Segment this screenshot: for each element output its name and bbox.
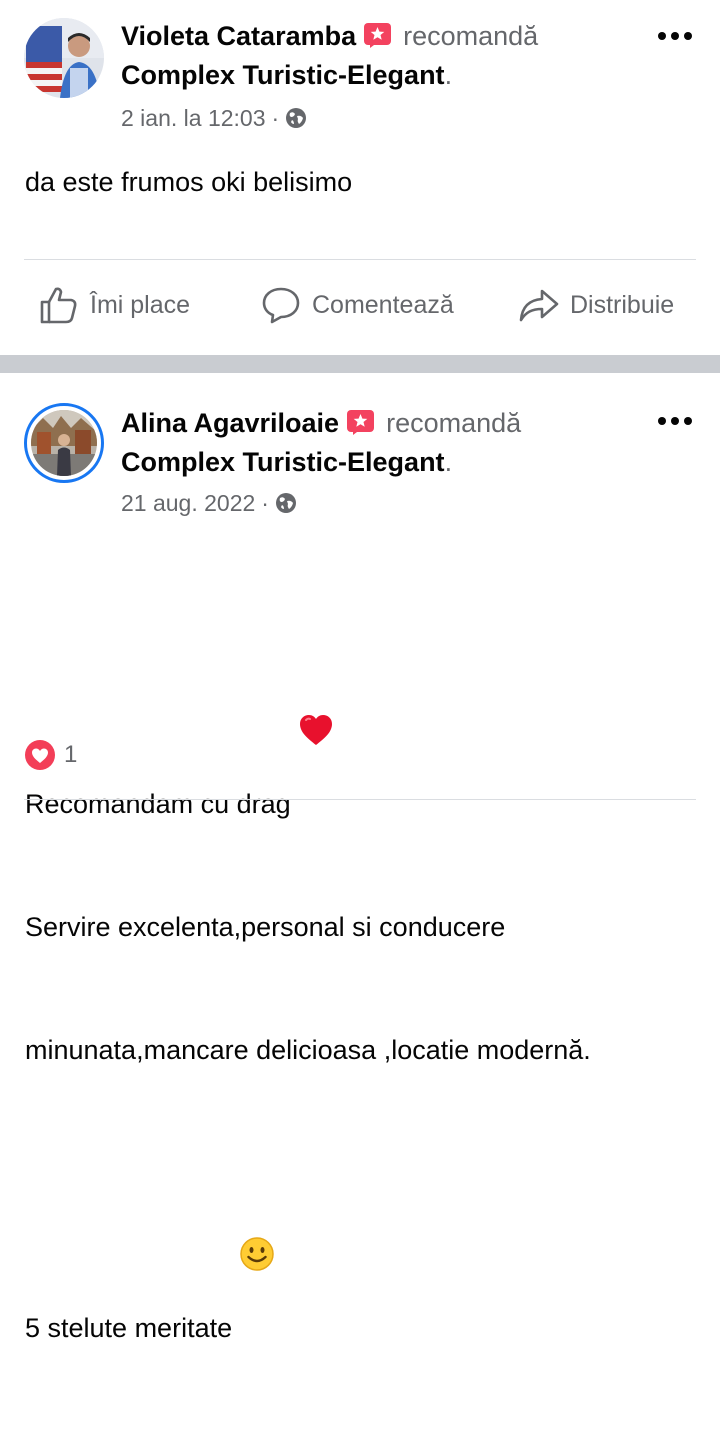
- like-button[interactable]: Îmi place: [38, 270, 190, 340]
- smile-emoji: [238, 1153, 276, 1271]
- post-timestamp[interactable]: 2 ian. la 12:03: [121, 105, 266, 131]
- post-text-line: minunata,mancare delicioasa ,locatie mod…: [25, 1035, 591, 1065]
- recommend-badge-icon: [364, 23, 392, 48]
- avatar-photo: [31, 410, 97, 476]
- actions-divider: [24, 259, 696, 260]
- comment-icon: [260, 284, 302, 326]
- page-name-link[interactable]: Complex Turistic-Elegant: [121, 447, 445, 477]
- share-icon: [518, 284, 560, 326]
- recommend-action-text: recomandă: [386, 408, 522, 438]
- author-name[interactable]: Violeta Cataramba: [121, 21, 356, 51]
- share-label: Distribuie: [570, 290, 675, 319]
- meta-separator: ·: [261, 490, 269, 516]
- author-avatar[interactable]: [24, 403, 104, 483]
- share-button[interactable]: Distribuie: [518, 270, 674, 340]
- recommend-action-text: recomandă: [403, 21, 539, 51]
- post-text-line: 5 stelute meritate: [25, 1153, 591, 1349]
- post-timestamp[interactable]: 21 aug. 2022: [121, 490, 255, 516]
- post-text-line: Servire excelenta,personal si conducere: [25, 912, 506, 942]
- love-reaction-icon: [24, 739, 56, 771]
- like-label: Îmi place: [90, 290, 191, 319]
- thumbs-up-icon: [38, 284, 80, 326]
- post-text: Recomandam cu drag Servire excelenta,per…: [25, 547, 591, 1431]
- author-name[interactable]: Alina Agavriloaie: [121, 408, 339, 438]
- actions-divider: [24, 799, 696, 800]
- post-meta: 21 aug. 2022 ·: [121, 489, 297, 517]
- reaction-count: 1: [64, 741, 78, 768]
- globe-icon: [275, 492, 297, 514]
- reactions-summary[interactable]: 1: [24, 735, 77, 775]
- avatar-photo: [24, 18, 104, 98]
- post-text-line: Recomandam cu drag: [25, 629, 591, 825]
- heart-emoji: [297, 629, 335, 745]
- page-name-line: Complex Turistic-Elegant.: [121, 446, 452, 478]
- post-card: Alina Agavriloaie recomandă Complex Turi…: [0, 373, 720, 1343]
- post-meta: 2 ian. la 12:03 ·: [121, 104, 307, 132]
- globe-icon: [285, 107, 307, 129]
- post-header: Violeta Cataramba recomandă: [121, 20, 538, 52]
- page-name-link[interactable]: Complex Turistic-Elegant: [121, 60, 445, 90]
- more-options-icon[interactable]: [652, 411, 698, 431]
- post-header: Alina Agavriloaie recomandă: [121, 407, 521, 439]
- author-avatar[interactable]: [24, 18, 104, 98]
- comment-label: Comentează: [312, 290, 454, 319]
- post-text: da este frumos oki belisimo: [25, 167, 353, 197]
- feed-separator: [0, 355, 720, 373]
- post-card: Violeta Cataramba recomandă Complex Turi…: [0, 0, 720, 355]
- comment-button[interactable]: Comentează: [260, 270, 454, 340]
- page-name-line: Complex Turistic-Elegant.: [121, 59, 452, 91]
- recommend-badge-icon: [347, 410, 375, 435]
- page-name-suffix: .: [444, 447, 453, 477]
- page-name-suffix: .: [444, 60, 453, 90]
- post-actions-bar: Îmi place Comentează Distribuie: [0, 270, 720, 340]
- more-options-icon[interactable]: [652, 26, 698, 46]
- meta-separator: ·: [271, 105, 280, 131]
